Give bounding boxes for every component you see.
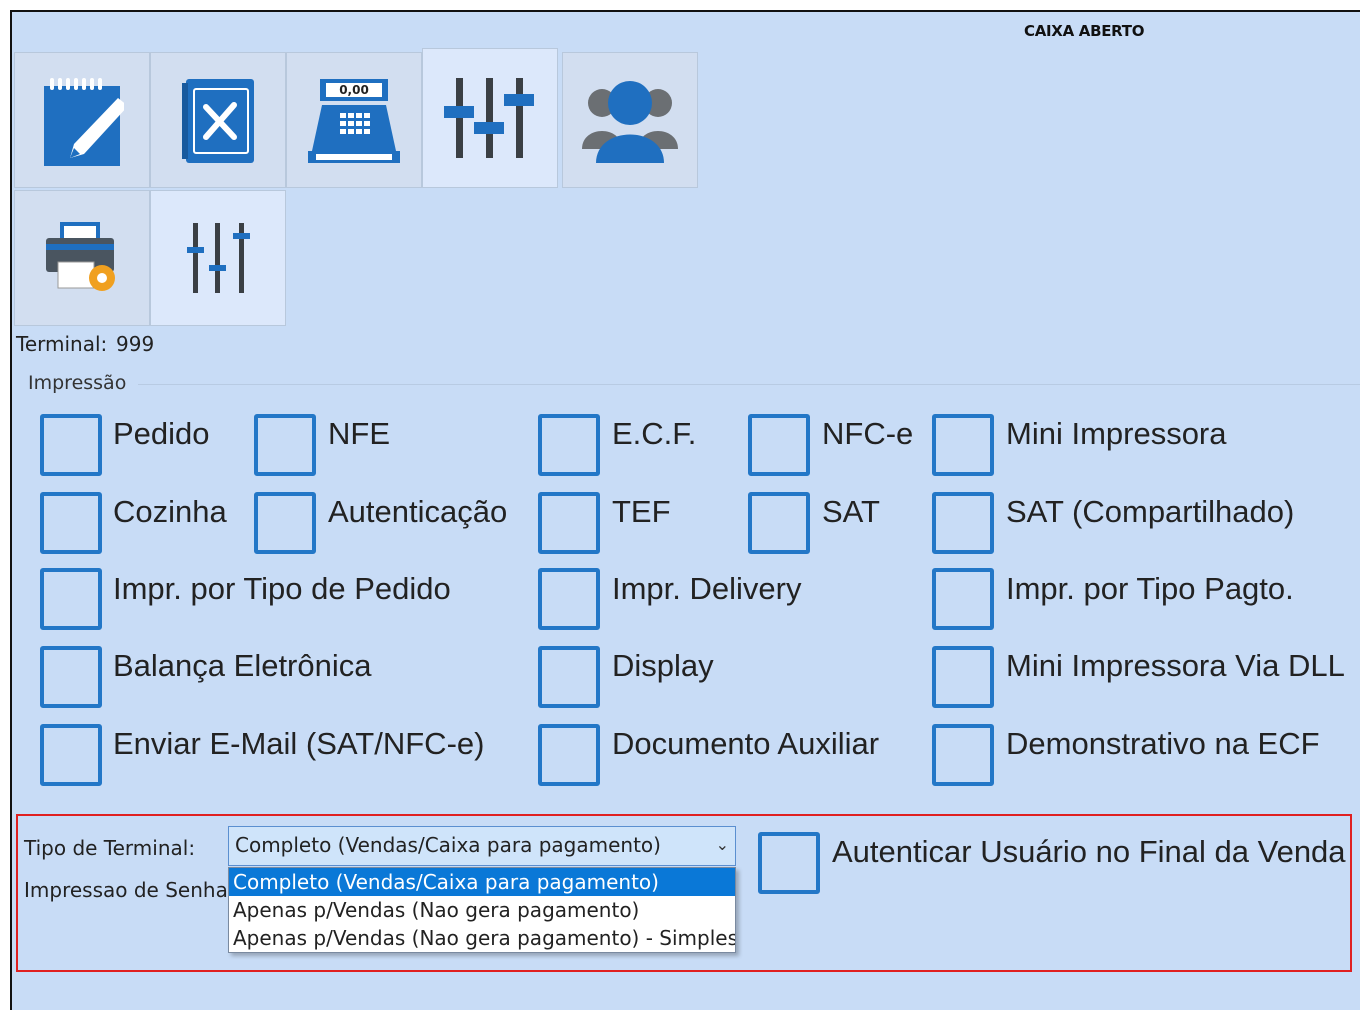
tipo-terminal-label: Tipo de Terminal: — [24, 836, 196, 860]
dropdown-option[interactable]: Completo (Vendas/Caixa para pagamento) — [229, 868, 735, 896]
app-window: CAIXA ABERTO 0,00 Terminal: 999 Impressã… — [10, 10, 1360, 1010]
users-icon — [582, 81, 678, 163]
checkbox-label: NFE — [328, 416, 390, 451]
checkbox-balanca[interactable] — [40, 646, 102, 708]
checkbox-label: E.C.F. — [612, 416, 697, 451]
checkbox-label: Display — [612, 648, 714, 683]
tab-cardapio[interactable] — [150, 52, 286, 188]
checkbox-label: Impr. por Tipo de Pedido — [113, 571, 451, 606]
tab-caixa[interactable]: 0,00 — [286, 52, 422, 188]
checkbox-label: TEF — [612, 494, 671, 529]
dropdown-option[interactable]: Apenas p/Vendas (Nao gera pagamento) - S… — [229, 924, 735, 952]
checkbox-impr-tipo-pagto[interactable] — [932, 568, 994, 630]
notepad-pencil-icon — [44, 78, 124, 166]
checkbox-tef[interactable] — [538, 492, 600, 554]
checkbox-label: Demonstrativo na ECF — [1006, 726, 1320, 761]
checkbox-pedido[interactable] — [40, 414, 102, 476]
chevron-down-icon[interactable]: ⌄ — [716, 835, 729, 854]
svg-text:0,00: 0,00 — [339, 83, 369, 97]
tab-ajustes[interactable] — [150, 190, 286, 326]
checkbox-sat-compartilhado[interactable] — [932, 492, 994, 554]
checkbox-label: SAT — [822, 494, 880, 529]
checkbox-label: Pedido — [113, 416, 210, 451]
checkbox-demonstrativo-ecf[interactable] — [932, 724, 994, 786]
checkbox-label: Mini Impressora Via DLL — [1006, 648, 1345, 683]
cash-register-icon: 0,00 — [308, 79, 400, 163]
tipo-terminal-select[interactable]: Completo (Vendas/Caixa para pagamento) ⌄ — [228, 826, 736, 866]
group-divider — [138, 384, 1360, 385]
checkbox-label: Enviar E-Mail (SAT/NFC-e) — [113, 726, 485, 761]
checkbox-enviar-email[interactable] — [40, 724, 102, 786]
printer-gear-icon — [46, 222, 115, 291]
caixa-status: CAIXA ABERTO — [1024, 22, 1145, 40]
checkbox-display[interactable] — [538, 646, 600, 708]
tipo-terminal-value: Completo (Vendas/Caixa para pagamento) — [235, 833, 661, 857]
tab-configuracoes[interactable] — [422, 48, 558, 188]
dropdown-option[interactable]: Apenas p/Vendas (Nao gera pagamento) — [229, 896, 735, 924]
checkbox-label: Impr. por Tipo Pagto. — [1006, 571, 1294, 606]
impressao-group-label: Impressão — [28, 372, 127, 394]
checkbox-sat[interactable] — [748, 492, 810, 554]
tab-pedidos[interactable] — [14, 52, 150, 188]
tab-impressao[interactable] — [14, 190, 150, 326]
checkbox-mini-impressora[interactable] — [932, 414, 994, 476]
checkbox-nfce[interactable] — [748, 414, 810, 476]
checkbox-label: Mini Impressora — [1006, 416, 1227, 451]
checkbox-label: Cozinha — [113, 494, 227, 529]
checkbox-impr-tipo-pedido[interactable] — [40, 568, 102, 630]
checkbox-ecf[interactable] — [538, 414, 600, 476]
checkbox-label: Autenticação — [328, 494, 508, 529]
impressao-senha-label: Impressao de Senha: — [24, 878, 235, 902]
checkbox-cozinha[interactable] — [40, 492, 102, 554]
checkbox-label: Autenticar Usuário no Final da Venda — [832, 834, 1346, 869]
checkbox-impr-delivery[interactable] — [538, 568, 600, 630]
checkbox-nfe[interactable] — [254, 414, 316, 476]
checkbox-autenticar-usuario[interactable] — [758, 832, 820, 894]
checkbox-autenticacao[interactable] — [254, 492, 316, 554]
tab-usuarios[interactable] — [562, 52, 698, 188]
checkbox-documento-auxiliar[interactable] — [538, 724, 600, 786]
checkbox-label: Impr. Delivery — [612, 571, 802, 606]
terminal-value: 999 — [116, 332, 155, 356]
checkbox-label: NFC-e — [822, 416, 914, 451]
sliders-icon — [444, 78, 534, 158]
menu-book-icon — [182, 79, 254, 163]
checkbox-mini-impressora-dll[interactable] — [932, 646, 994, 708]
checkbox-label: Documento Auxiliar — [612, 726, 880, 761]
checkbox-label: SAT (Compartilhado) — [1006, 494, 1295, 529]
terminal-label: Terminal: — [16, 332, 108, 356]
sliders-small-icon — [187, 223, 250, 293]
checkbox-label: Balança Eletrônica — [113, 648, 372, 683]
tipo-terminal-dropdown: Completo (Vendas/Caixa para pagamento) A… — [228, 867, 736, 953]
